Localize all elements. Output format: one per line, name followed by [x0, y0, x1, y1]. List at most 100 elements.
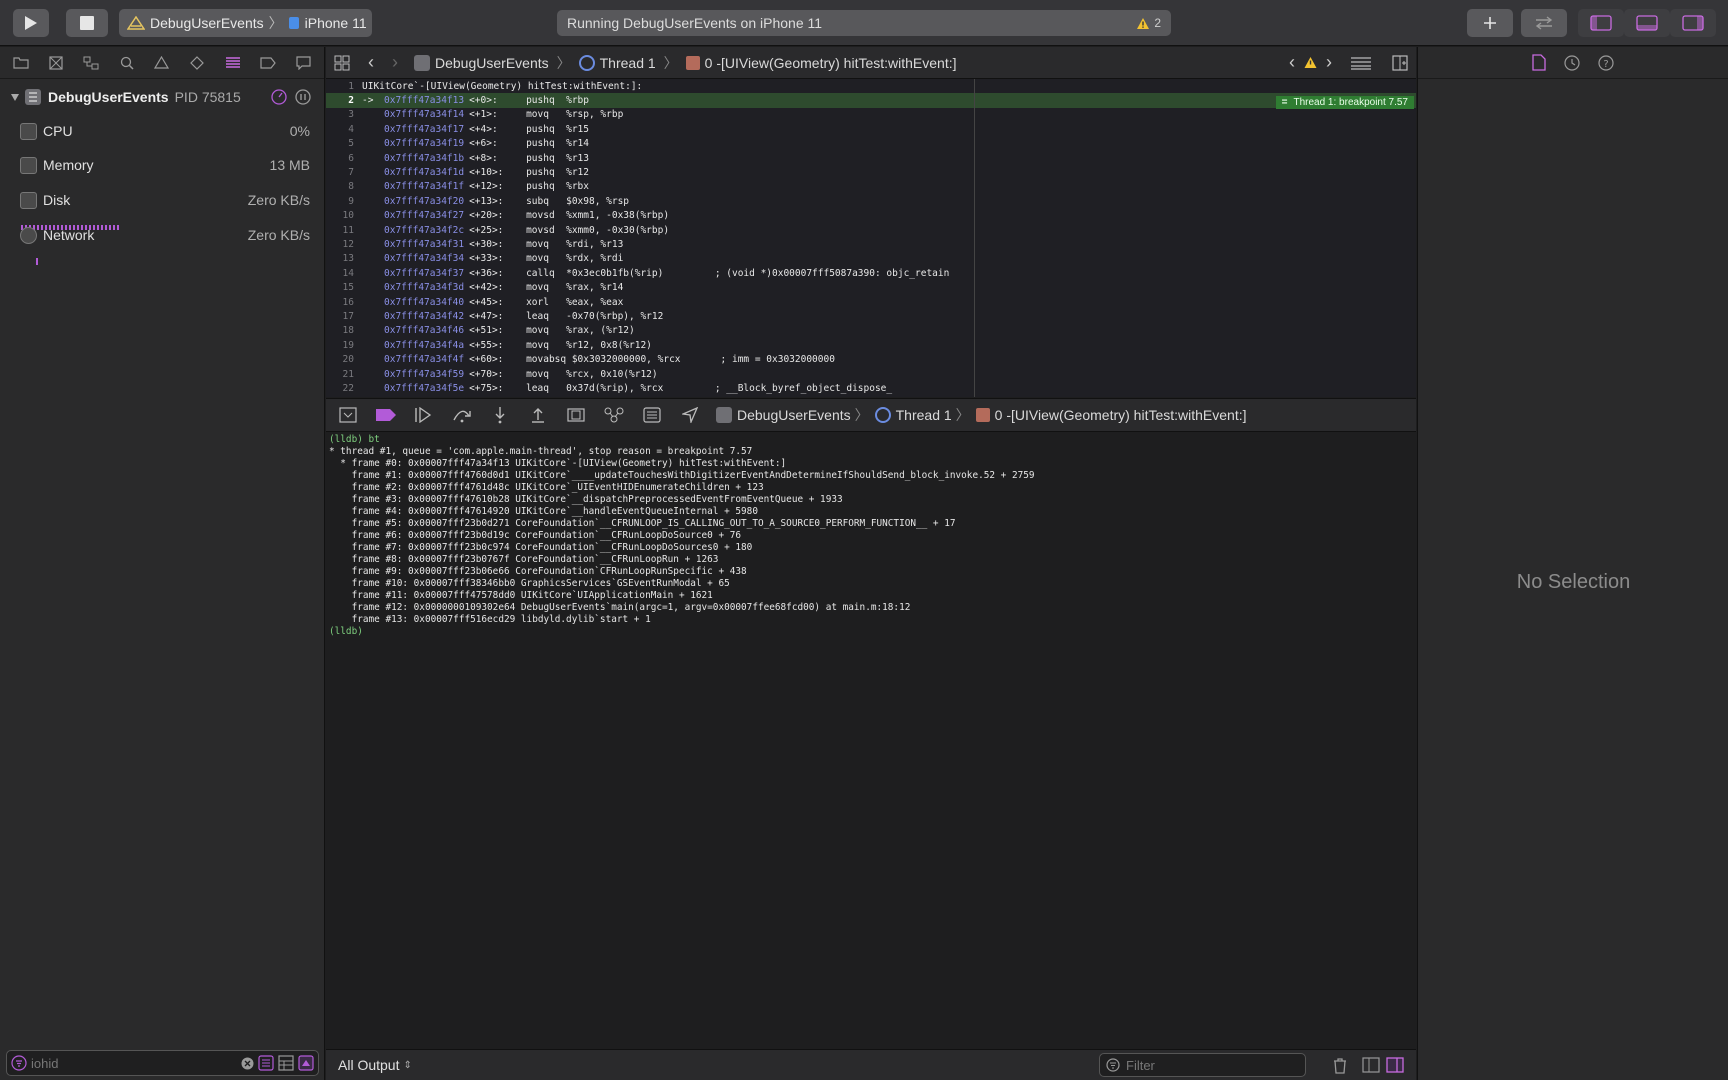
code-line[interactable]: 19 0x7fff47a34f4a <+55>: movq %r12, 0x8(%r1… [326, 338, 1416, 352]
line-number[interactable]: 3 [326, 109, 362, 120]
variables-view-icon[interactable] [1362, 1057, 1380, 1073]
code-line[interactable]: 14 0x7fff47a34f37 <+36>: callq *0x3ec0b1fb(… [326, 266, 1416, 280]
debug-navigator-icon[interactable] [222, 52, 243, 74]
code-line[interactable]: 21 0x7fff47a34f59 <+70>: movq %rcx, 0x10(%r… [326, 367, 1416, 381]
line-number[interactable]: 4 [326, 124, 362, 135]
code-line[interactable]: 16 0x7fff47a34f40 <+45>: xorl %eax, %eax [326, 295, 1416, 309]
memory-gauge[interactable]: Memory 13 MB [20, 151, 320, 179]
debug-breadcrumb-frame[interactable]: 0 -[UIView(Geometry) hitTest:withEvent:] [975, 407, 1247, 423]
code-line[interactable]: 1 UIKitCore`-[UIView(Geometry) hitTest:wi… [326, 79, 1416, 93]
disassembly-view[interactable]: 1 UIKitCore`-[UIView(Geometry) hitTest:wi… [326, 79, 1416, 397]
trash-icon[interactable] [1332, 1057, 1348, 1074]
step-out-icon[interactable] [526, 405, 550, 425]
cpu-gauge[interactable]: CPU 0% [20, 117, 320, 145]
line-number[interactable]: 20 [326, 354, 362, 365]
hide-debug-area-icon[interactable] [336, 405, 360, 425]
warning-icon[interactable] [1303, 56, 1318, 69]
related-items-icon[interactable] [334, 55, 350, 71]
breadcrumb-project[interactable]: DebugUserEvents [414, 54, 549, 71]
back-arrow-icon[interactable]: ‹ [368, 52, 374, 73]
source-control-icon[interactable] [45, 52, 66, 74]
line-number[interactable]: 7 [326, 167, 362, 178]
code-line[interactable]: 9 0x7fff47a34f20 <+13>: subq $0x98, %rsp [326, 194, 1416, 208]
code-line[interactable]: 10 0x7fff47a34f27 <+20>: movsd %xmm1, -0x38… [326, 209, 1416, 223]
line-number[interactable]: 8 [326, 181, 362, 192]
line-number[interactable]: 15 [326, 282, 362, 293]
line-number[interactable]: 10 [326, 210, 362, 221]
process-row[interactable]: DebugUserEvents PID 75815 [0, 85, 325, 109]
breakpoint-navigator-icon[interactable] [257, 52, 278, 74]
console-output[interactable]: (lldb) bt * thread #1, queue = 'com.apple… [326, 433, 1416, 1045]
history-inspector-icon[interactable] [1564, 54, 1580, 71]
line-number[interactable]: 22 [326, 383, 362, 394]
test-icon[interactable] [187, 52, 208, 74]
stop-button[interactable] [66, 9, 108, 37]
code-line[interactable]: 4 0x7fff47a34f17 <+4>: pushq %r15 [326, 122, 1416, 136]
next-issue-icon[interactable]: › [1326, 52, 1332, 73]
line-number[interactable]: 2 [326, 95, 362, 106]
previous-issue-icon[interactable]: ‹ [1289, 52, 1295, 73]
code-line[interactable]: 8 0x7fff47a34f1f <+12>: pushq %rbx [326, 180, 1416, 194]
continue-icon[interactable] [412, 405, 436, 425]
line-number[interactable]: 14 [326, 268, 362, 279]
debug-breadcrumb-project[interactable]: DebugUserEvents [716, 407, 851, 423]
symbol-icon[interactable] [81, 52, 102, 74]
scheme-selector[interactable]: DebugUserEvents 〉 iPhone 11 [119, 9, 372, 37]
toggle-debug-area-button[interactable] [1624, 9, 1670, 37]
report-icon[interactable] [293, 52, 314, 74]
file-inspector-icon[interactable] [1532, 54, 1546, 71]
code-line[interactable]: 18 0x7fff47a34f46 <+51>: movq %rax, (%r12) [326, 324, 1416, 338]
view-hierarchy-icon[interactable] [564, 405, 588, 425]
pause-process-icon[interactable] [295, 89, 311, 105]
code-line[interactable]: 7 0x7fff47a34f1d <+10>: pushq %r12 [326, 165, 1416, 179]
console-view-icon[interactable] [1386, 1057, 1404, 1073]
line-number[interactable]: 21 [326, 369, 362, 380]
simulate-location-icon[interactable] [678, 405, 702, 425]
line-number[interactable]: 11 [326, 225, 362, 236]
breadcrumb-thread[interactable]: Thread 1 [578, 54, 656, 71]
network-gauge[interactable]: Network Zero KB/s [20, 221, 320, 249]
folder-icon[interactable] [10, 52, 31, 74]
filter-options-icon[interactable] [258, 1055, 274, 1071]
warning-indicator[interactable]: 2 [1136, 16, 1161, 30]
debug-breadcrumb-thread[interactable]: Thread 1 [874, 407, 952, 423]
step-into-icon[interactable] [488, 405, 512, 425]
line-number[interactable]: 1 [326, 81, 362, 92]
thread-filter-icon[interactable] [298, 1055, 314, 1071]
line-number[interactable]: 13 [326, 253, 362, 264]
code-line[interactable]: 5 0x7fff47a34f19 <+6>: pushq %r14 [326, 137, 1416, 151]
code-line[interactable]: 15 0x7fff47a34f3d <+42>: movq %rax, %r14 [326, 280, 1416, 294]
clear-filter-icon[interactable] [241, 1057, 254, 1070]
line-number[interactable]: 6 [326, 153, 362, 164]
code-line[interactable]: 20 0x7fff47a34f4f <+60>: movabsq $0x3032000… [326, 352, 1416, 366]
line-number[interactable]: 18 [326, 325, 362, 336]
output-selector[interactable]: All Output ⇕ [338, 1057, 412, 1073]
disclosure-triangle-icon[interactable] [10, 92, 20, 102]
gauge-icon[interactable] [271, 89, 287, 105]
line-number[interactable]: 12 [326, 239, 362, 250]
line-number[interactable]: 5 [326, 138, 362, 149]
memory-graph-icon[interactable] [602, 405, 626, 425]
help-inspector-icon[interactable]: ? [1598, 54, 1614, 71]
line-number[interactable]: 9 [326, 196, 362, 207]
line-number[interactable]: 19 [326, 340, 362, 351]
forward-arrow-icon[interactable]: › [392, 52, 398, 73]
editor-options-icon[interactable] [1350, 56, 1372, 70]
environment-overrides-icon[interactable] [640, 405, 664, 425]
code-line[interactable]: 11 0x7fff47a34f2c <+25>: movsd %xmm0, -0x30… [326, 223, 1416, 237]
code-line[interactable]: 17 0x7fff47a34f42 <+47>: leaq -0x70(%rbp), … [326, 309, 1416, 323]
code-review-button[interactable] [1521, 9, 1567, 37]
search-icon[interactable] [116, 52, 137, 74]
navigator-filter-input[interactable] [31, 1055, 237, 1071]
add-editor-icon[interactable] [1392, 54, 1408, 71]
issue-icon[interactable] [151, 52, 172, 74]
current-instruction-line[interactable]: 2 -> 0x7fff47a34f13 <+0>: pushq %rbp [326, 93, 1416, 108]
breakpoints-toggle-icon[interactable] [374, 405, 398, 425]
table-icon[interactable] [278, 1055, 294, 1071]
library-button[interactable] [1467, 9, 1513, 37]
code-line[interactable]: 22 0x7fff47a34f5e <+75>: leaq 0x37d(%rip), … [326, 381, 1416, 395]
toggle-inspector-button[interactable] [1670, 9, 1716, 37]
run-button[interactable] [13, 9, 49, 37]
breadcrumb-frame[interactable]: 0 -[UIView(Geometry) hitTest:withEvent:] [685, 55, 957, 71]
code-line[interactable]: 3 0x7fff47a34f14 <+1>: movq %rsp, %rbp [326, 108, 1416, 122]
